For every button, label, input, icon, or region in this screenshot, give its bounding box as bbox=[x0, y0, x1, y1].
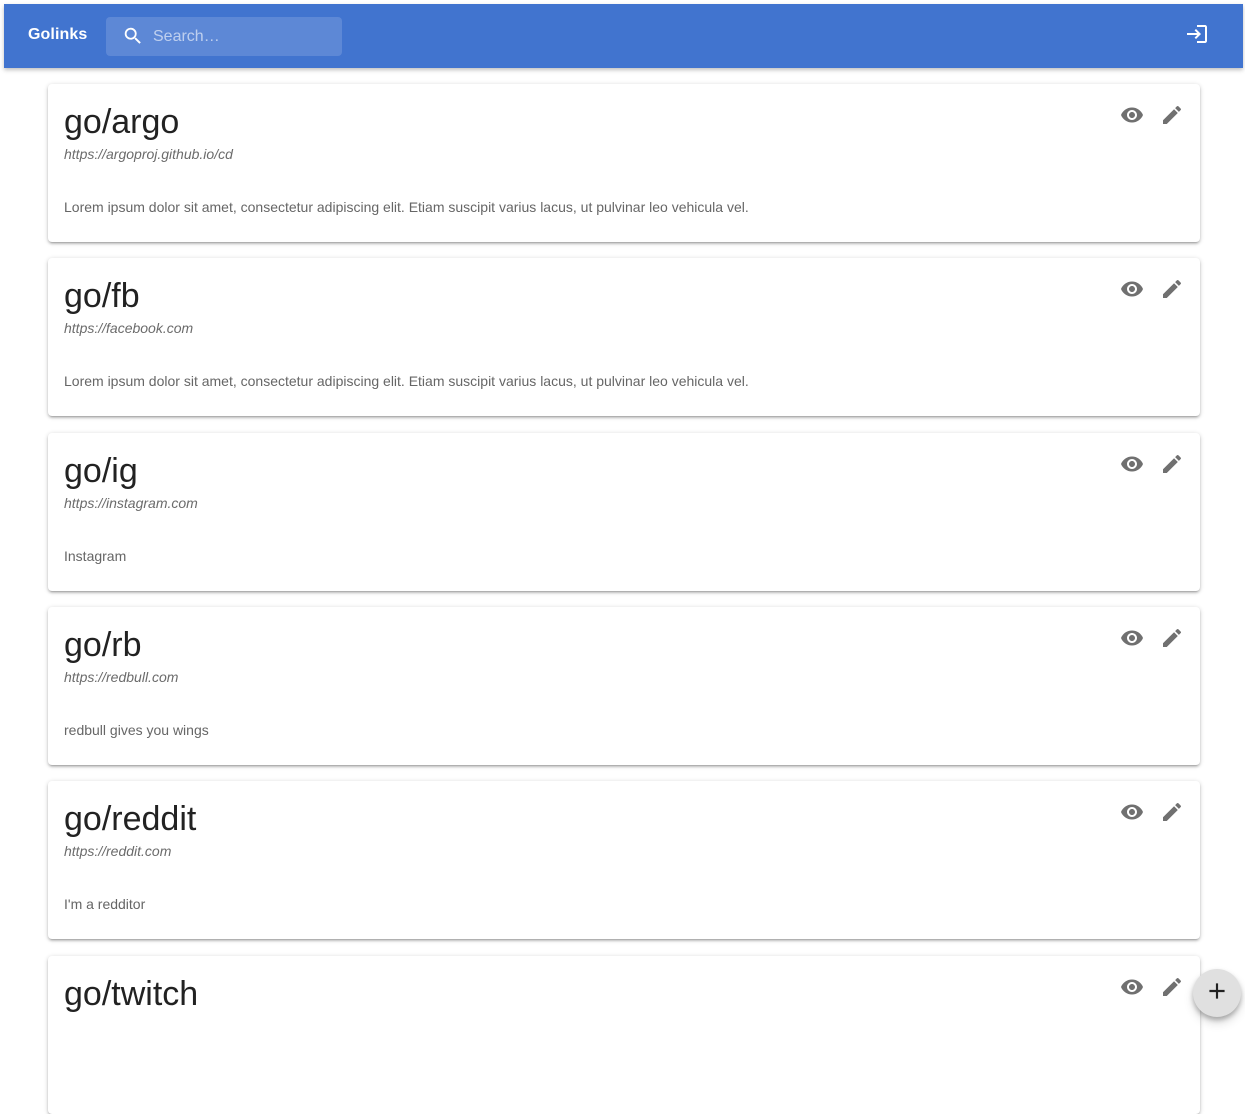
link-title: go/twitch bbox=[64, 975, 199, 1013]
eye-icon bbox=[1120, 975, 1144, 1004]
eye-icon bbox=[1120, 103, 1144, 132]
view-button[interactable] bbox=[1119, 627, 1145, 653]
edit-button[interactable] bbox=[1159, 104, 1185, 130]
plus-icon bbox=[1204, 978, 1230, 1009]
view-button[interactable] bbox=[1119, 278, 1145, 304]
edit-button[interactable] bbox=[1159, 453, 1185, 479]
link-description: I'm a redditor bbox=[64, 896, 146, 912]
link-title: go/ig bbox=[64, 452, 138, 490]
link-description: Lorem ipsum dolor sit amet, consectetur … bbox=[64, 373, 749, 389]
link-card: go/twitch bbox=[48, 956, 1200, 1114]
view-button[interactable] bbox=[1119, 976, 1145, 1002]
link-card: go/argo https://argoproj.github.io/cd Lo… bbox=[48, 84, 1200, 242]
eye-icon bbox=[1120, 452, 1144, 481]
edit-button[interactable] bbox=[1159, 976, 1185, 1002]
link-url: https://redbull.com bbox=[64, 669, 179, 685]
link-card: go/fb https://facebook.com Lorem ipsum d… bbox=[48, 258, 1200, 416]
edit-button[interactable] bbox=[1159, 801, 1185, 827]
link-title: go/rb bbox=[64, 626, 142, 664]
link-description: redbull gives you wings bbox=[64, 722, 209, 738]
link-title: go/argo bbox=[64, 103, 180, 141]
link-url: https://reddit.com bbox=[64, 843, 172, 859]
view-button[interactable] bbox=[1119, 104, 1145, 130]
eye-icon bbox=[1120, 800, 1144, 829]
eye-icon bbox=[1120, 277, 1144, 306]
search-box[interactable] bbox=[106, 17, 342, 56]
pencil-icon bbox=[1160, 975, 1184, 1004]
app-bar: Golinks bbox=[4, 4, 1243, 68]
eye-icon bbox=[1120, 626, 1144, 655]
link-description: Lorem ipsum dolor sit amet, consectetur … bbox=[64, 199, 749, 215]
link-url: https://argoproj.github.io/cd bbox=[64, 146, 233, 162]
pencil-icon bbox=[1160, 626, 1184, 655]
pencil-icon bbox=[1160, 452, 1184, 481]
add-link-button[interactable] bbox=[1193, 969, 1241, 1017]
view-button[interactable] bbox=[1119, 801, 1145, 827]
login-button[interactable] bbox=[1181, 20, 1213, 52]
pencil-icon bbox=[1160, 800, 1184, 829]
search-input[interactable] bbox=[153, 17, 333, 56]
link-card: go/ig https://instagram.com Instagram bbox=[48, 433, 1200, 591]
login-icon bbox=[1185, 22, 1209, 51]
link-url: https://facebook.com bbox=[64, 320, 194, 336]
link-url: https://instagram.com bbox=[64, 495, 198, 511]
pencil-icon bbox=[1160, 277, 1184, 306]
link-description: Instagram bbox=[64, 548, 127, 564]
link-title: go/fb bbox=[64, 277, 140, 315]
link-card: go/reddit https://reddit.com I'm a reddi… bbox=[48, 781, 1200, 939]
app-title[interactable]: Golinks bbox=[28, 26, 87, 44]
link-title: go/reddit bbox=[64, 800, 197, 838]
view-button[interactable] bbox=[1119, 453, 1145, 479]
link-card: go/rb https://redbull.com redbull gives … bbox=[48, 607, 1200, 765]
edit-button[interactable] bbox=[1159, 627, 1185, 653]
search-icon bbox=[122, 25, 144, 47]
pencil-icon bbox=[1160, 103, 1184, 132]
edit-button[interactable] bbox=[1159, 278, 1185, 304]
